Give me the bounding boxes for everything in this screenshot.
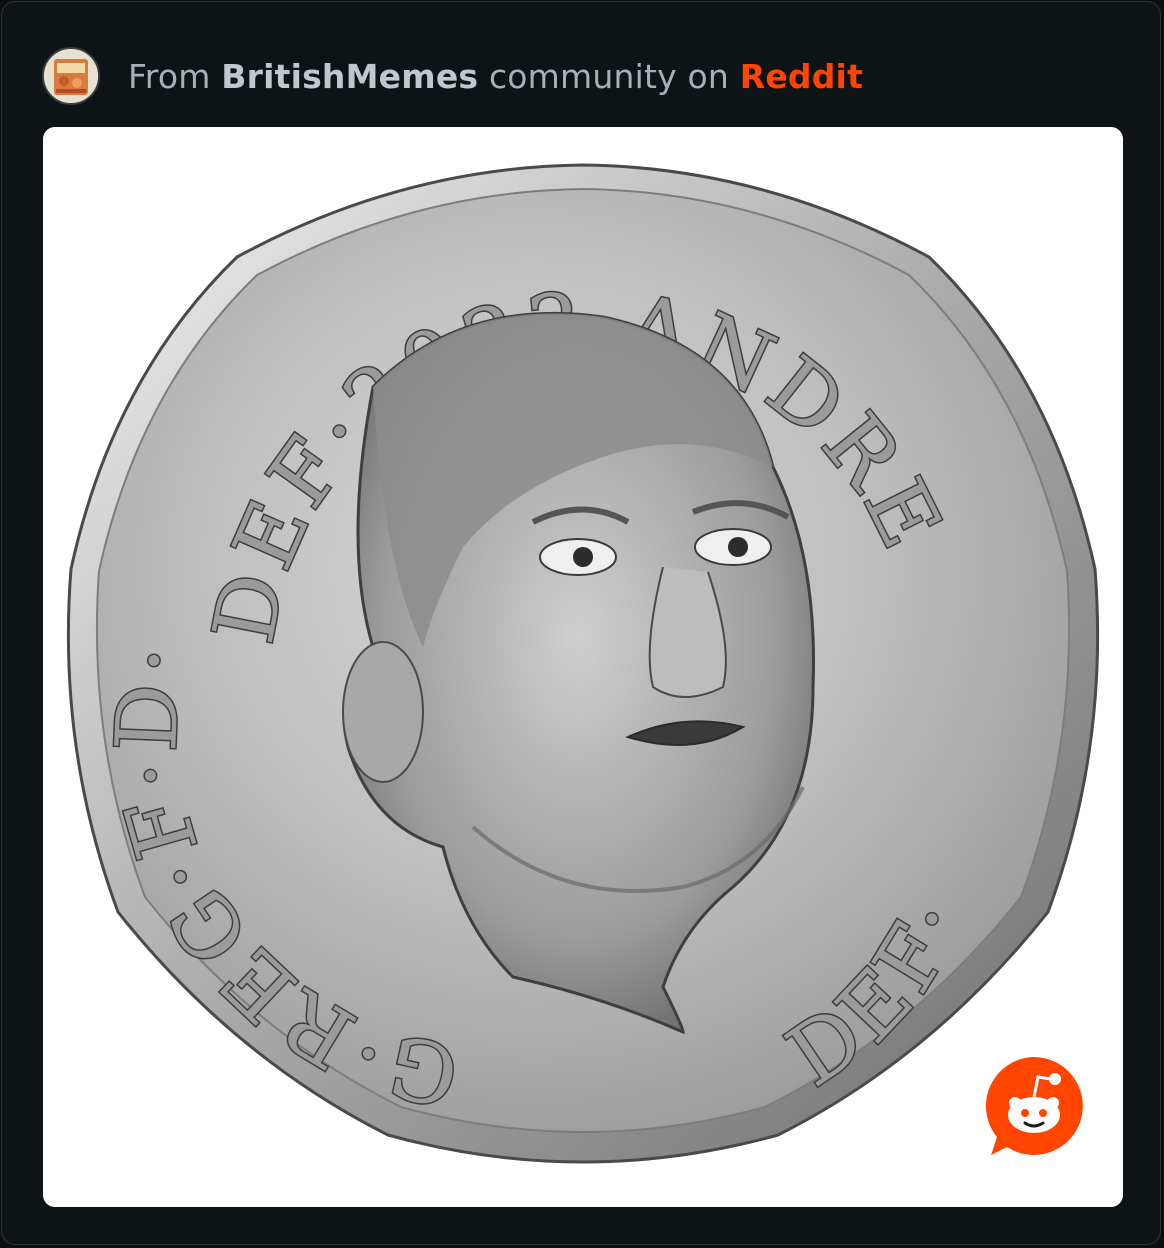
post-source-text: From BritishMemes community on Reddit [128,57,863,96]
post-embed-card: From BritishMemes community on Reddit DE… [1,1,1161,1245]
platform-name-link[interactable]: Reddit [740,57,863,96]
coin-image: DEF·2022·ANDREW·D· G·REG·F·D· DEF· [43,127,1100,1164]
reddit-logo-icon[interactable] [983,1055,1085,1159]
post-header: From BritishMemes community on Reddit [42,46,863,106]
source-prefix: From [128,56,222,96]
community-name-link[interactable]: BritishMemes [221,57,478,96]
post-image[interactable]: DEF·2022·ANDREW·D· G·REG·F·D· DEF· [43,127,1123,1207]
community-avatar-icon[interactable] [42,47,100,105]
source-middle: community on [478,56,740,96]
